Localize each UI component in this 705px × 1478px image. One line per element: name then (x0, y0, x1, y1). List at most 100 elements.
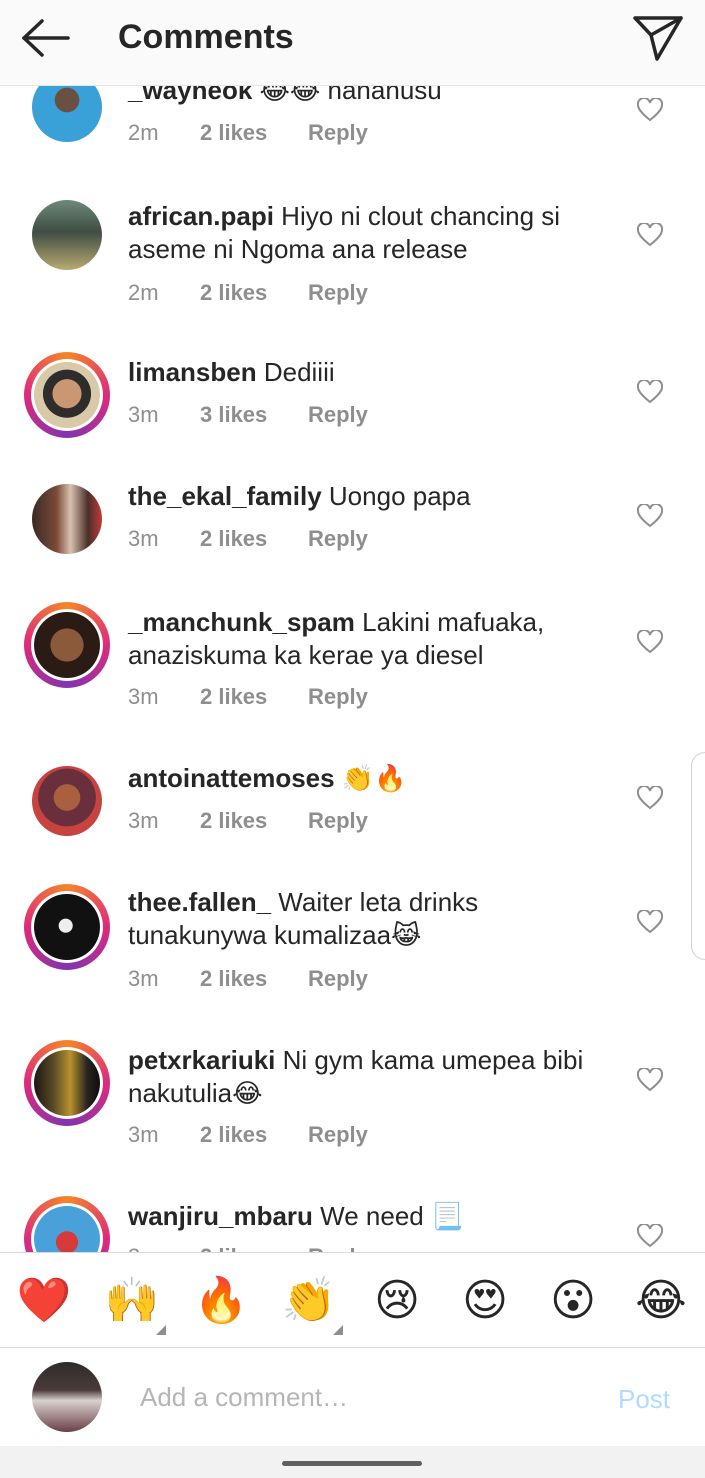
comment-item: petxrkariuki Ni gym kama umepea bibi nak… (0, 1038, 705, 1178)
comment-likes[interactable]: 2 likes (200, 1122, 308, 1148)
comment-username[interactable]: african.papi (128, 201, 274, 231)
comment-likes[interactable]: 3 likes (200, 402, 308, 428)
arrow-left-icon (22, 19, 70, 57)
comment-time: 3m (128, 402, 159, 427)
avatar[interactable] (24, 476, 110, 562)
heart-eyes-emoji-button[interactable]: 😍 (457, 1273, 513, 1329)
raised-hands-emoji-button[interactable]: 🙌 (104, 1273, 166, 1335)
like-heart-icon[interactable] (637, 910, 663, 934)
comment-meta: 3m 2 likesReply (128, 684, 368, 710)
raised-hands-emoji: 🙌 (104, 1276, 160, 1325)
comment-item: _wayneok 😂😂 hahahusu 2m 2 likes Reply (0, 86, 705, 200)
like-heart-icon[interactable] (637, 1068, 663, 1092)
comment-username[interactable]: thee.fallen_ (128, 887, 271, 917)
comment-time: 3m (128, 808, 159, 833)
comment-meta: 2m 2 likes Reply (128, 280, 368, 306)
reply-button[interactable]: Reply (308, 1122, 368, 1148)
comment-time: 2m (128, 120, 159, 145)
comment-time: 3m (128, 1122, 159, 1147)
reply-button[interactable]: Reply (308, 526, 368, 552)
comment-likes[interactable]: 2 likes (200, 526, 308, 552)
quick-reaction-bar: ❤️ 🙌 🔥 👏 😢 😍 😮 😂 (0, 1252, 705, 1348)
comment-meta: 3m 2 likesReply (128, 1122, 368, 1148)
comment-username[interactable]: the_ekal_family (128, 481, 322, 511)
reply-button[interactable]: Reply (308, 966, 368, 992)
avatar[interactable] (24, 1040, 110, 1126)
comment-time: 3m (128, 1244, 200, 1252)
back-button[interactable] (20, 16, 72, 60)
comment-text: We need 📃 (320, 1201, 464, 1231)
comment-meta: 3m 2 likesReply (128, 966, 368, 992)
comment-likes[interactable]: 2 likes (200, 808, 308, 834)
comment-item: antoinattemoses 👏🔥 3m 2 likes Reply (0, 756, 705, 876)
comment-item: thee.fallen_ Waiter leta drinks tunakuny… (0, 880, 705, 1020)
comment-likes[interactable]: 2 likes (200, 684, 308, 710)
heart-emoji-button[interactable]: ❤️ (16, 1273, 72, 1329)
comment-time: 3m (128, 684, 159, 709)
system-nav-bar (0, 1446, 705, 1478)
avatar[interactable] (24, 602, 110, 688)
skin-tone-indicator-icon (156, 1325, 166, 1335)
like-heart-icon[interactable] (637, 504, 663, 528)
tears-of-joy-emoji-button[interactable]: 😂 (633, 1273, 689, 1329)
like-heart-icon[interactable] (637, 380, 663, 404)
like-heart-icon[interactable] (637, 98, 663, 122)
like-heart-icon[interactable] (637, 223, 663, 247)
comment-likes[interactable]: 2 likes (200, 120, 308, 146)
comment-username[interactable]: petxrkariuki (128, 1045, 275, 1075)
reply-button[interactable]: Reply (308, 684, 368, 710)
reply-button[interactable]: Reply (308, 280, 368, 306)
comment-username[interactable]: _manchunk_spam (128, 607, 355, 637)
paper-plane-icon (633, 16, 683, 61)
comment-item: african.papi Hiyo ni clout chancing si a… (0, 188, 705, 338)
comment-likes[interactable]: 2 likes (200, 966, 308, 992)
comments-list[interactable]: _wayneok 😂😂 hahahusu 2m 2 likes Reply afri… (0, 86, 705, 1252)
like-heart-icon[interactable] (637, 630, 663, 654)
clapping-hands-emoji: 👏 (281, 1276, 337, 1325)
avatar[interactable] (24, 86, 110, 150)
reply-button[interactable]: Reply (308, 120, 368, 146)
page-title: Comments (118, 18, 294, 56)
reply-button[interactable]: Reply (308, 808, 368, 834)
comment-likes[interactable]: 2 likes (200, 1244, 308, 1252)
home-gesture-pill[interactable] (282, 1461, 422, 1466)
comment-text: Uongo papa (328, 481, 471, 511)
comment-text: Dediiii (263, 357, 335, 387)
avatar[interactable] (24, 1196, 110, 1252)
comment-username[interactable]: limansben (128, 357, 257, 387)
avatar[interactable] (24, 192, 110, 278)
comment-text: 👏🔥 (341, 763, 407, 793)
surprised-face-emoji-button[interactable]: 😮 (545, 1273, 601, 1329)
comment-meta: 2m 2 likes Reply (128, 120, 368, 146)
comment-input[interactable] (140, 1376, 580, 1418)
comment-username[interactable]: antoinattemoses (128, 763, 335, 793)
comment-username[interactable]: wanjiru_mbaru (128, 1201, 313, 1231)
crying-face-emoji-button[interactable]: 😢 (369, 1273, 425, 1329)
comment-likes[interactable]: 2 likes (200, 280, 308, 306)
comment-meta: 3m 2 likesReply (128, 526, 368, 552)
comment-composer: Post (0, 1348, 705, 1446)
comment-meta: 3m 2 likesReply (128, 808, 368, 834)
comment-time: 3m (128, 966, 159, 991)
like-heart-icon[interactable] (637, 786, 663, 810)
avatar[interactable] (24, 352, 110, 438)
comment-text: 😂😂 hahahusu (259, 86, 442, 105)
comment-time: 3m (128, 526, 159, 551)
clapping-hands-emoji-button[interactable]: 👏 (281, 1273, 343, 1335)
avatar[interactable] (24, 884, 110, 970)
fire-emoji-button[interactable]: 🔥 (193, 1273, 249, 1329)
comment-username[interactable]: _wayneok (128, 86, 252, 105)
like-heart-icon[interactable] (637, 1224, 663, 1248)
reply-button[interactable]: Reply (308, 402, 368, 428)
top-bar: Comments (0, 0, 705, 86)
comment-item: limansben Dediiii 3m 3 likes Reply (0, 348, 705, 468)
comment-time: 2m (128, 280, 159, 305)
post-button[interactable]: Post (618, 1384, 670, 1415)
comment-meta: 3m 3 likes Reply (128, 402, 368, 428)
current-user-avatar (32, 1362, 102, 1432)
scroll-handle[interactable] (691, 752, 705, 960)
avatar[interactable] (24, 758, 110, 844)
share-button[interactable] (630, 12, 686, 64)
reply-button[interactable]: Reply (308, 1244, 368, 1252)
comment-item: wanjiru_mbaru We need 📃 3m2 likesReply (0, 1194, 705, 1252)
